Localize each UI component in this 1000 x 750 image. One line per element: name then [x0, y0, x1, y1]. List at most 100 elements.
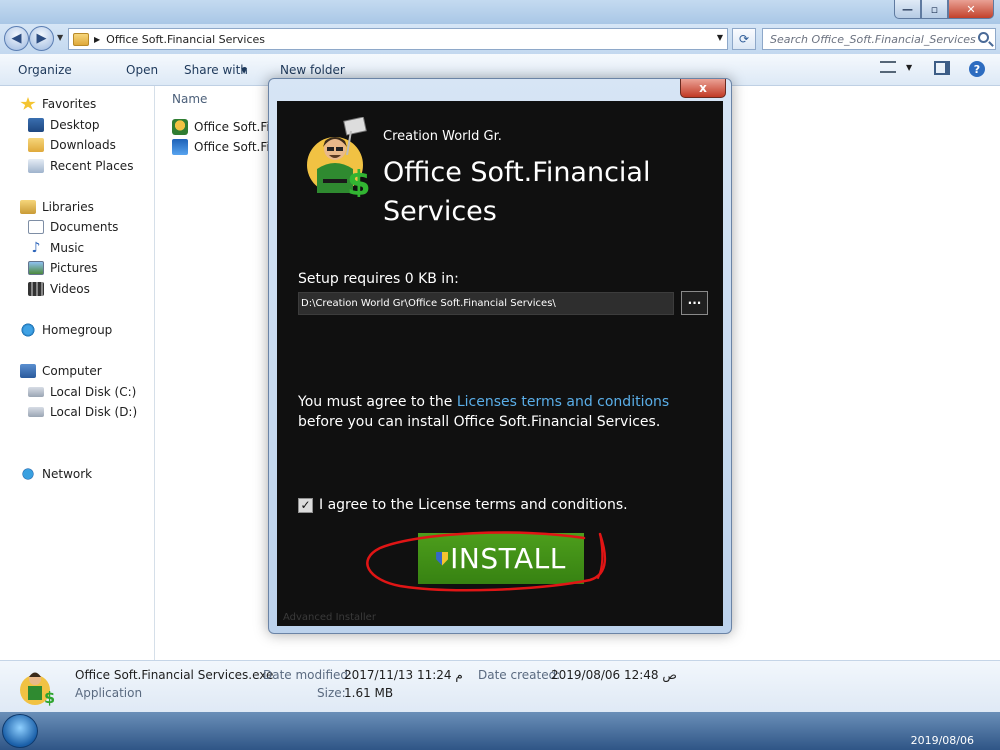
new-folder-button[interactable]: New folder: [280, 63, 345, 77]
dialog-close-button[interactable]: x: [680, 79, 726, 98]
network-icon: [20, 467, 36, 481]
address-row: ◀ ▶ ▼ ▶ Office Soft.Financial Services ▼…: [0, 24, 1000, 54]
nav-local-disk-d[interactable]: Local Disk (D:): [28, 405, 137, 419]
breadcrumb-current[interactable]: Office Soft.Financial Services: [106, 33, 265, 46]
close-window-button[interactable]: ✕: [948, 0, 994, 19]
drive-icon: [28, 407, 44, 417]
space-required-label: Setup requires 0 KB in:: [298, 271, 459, 287]
nav-music[interactable]: ♪ Music: [28, 240, 85, 256]
svg-text:$: $: [44, 688, 55, 707]
explorer-titlebar: — ▫ ✕: [0, 0, 1000, 24]
search-input[interactable]: Search Office_Soft.Financial_Services: [762, 28, 996, 50]
details-date-created: 2019/08/06 ص 12:48: [551, 668, 677, 682]
nav-videos[interactable]: Videos: [28, 282, 90, 296]
nav-downloads[interactable]: Downloads: [28, 138, 116, 152]
nav-label: Network: [42, 467, 93, 481]
folder-icon: [73, 32, 89, 46]
homegroup-icon: [20, 323, 36, 337]
nav-network[interactable]: Network: [20, 467, 92, 481]
change-view-button[interactable]: ▼: [880, 61, 912, 73]
history-dropdown-icon[interactable]: ▼: [57, 33, 63, 42]
install-path-field[interactable]: D:\Creation World Gr\Office Soft.Financi…: [298, 292, 674, 315]
refresh-icon: ⟳: [738, 32, 750, 46]
details-date-modified-label: Date modified:: [263, 668, 353, 682]
nav-documents[interactable]: Documents: [28, 220, 118, 234]
agree-checkbox[interactable]: ✓: [298, 497, 313, 513]
nav-libraries[interactable]: Libraries: [20, 200, 94, 214]
nav-label: Videos: [50, 282, 90, 296]
setup-icon: [172, 139, 188, 155]
search-icon: [978, 32, 989, 43]
search-placeholder: Search Office_Soft.Financial_Services: [770, 32, 976, 46]
uac-shield-icon: [436, 551, 449, 566]
preview-pane-button[interactable]: [934, 61, 950, 75]
breadcrumb-arrow-icon[interactable]: ▶: [94, 35, 100, 44]
details-filename: Office Soft.Financial Services.exe: [75, 668, 274, 682]
nav-label: Computer: [42, 364, 102, 378]
libraries-icon: [20, 200, 36, 214]
agree-row[interactable]: ✓ I agree to the License terms and condi…: [298, 497, 628, 513]
browse-folder-button[interactable]: ...: [681, 291, 708, 315]
help-button[interactable]: ?: [969, 61, 985, 77]
install-button[interactable]: INSTALL: [418, 533, 584, 584]
organize-menu[interactable]: Organize: [18, 63, 72, 77]
recent-places-icon: [28, 159, 44, 173]
desktop-icon: [28, 118, 44, 132]
nav-recent-places[interactable]: Recent Places: [28, 159, 133, 173]
details-pane: $ Office Soft.Financial Services.exe App…: [0, 660, 1000, 712]
forward-arrow-icon: ▶: [36, 31, 47, 46]
product-logo-icon: $: [307, 117, 371, 197]
tray-clock[interactable]: 2019/08/06: [911, 734, 974, 747]
documents-icon: [28, 220, 44, 234]
svg-text:$: $: [347, 164, 371, 197]
nav-label: Local Disk (C:): [50, 385, 137, 399]
share-with-chevron-down-icon[interactable]: ▼: [241, 66, 247, 75]
nav-computer[interactable]: Computer: [20, 364, 102, 378]
video-film-icon: [28, 282, 44, 296]
nav-favorites[interactable]: Favorites: [20, 97, 96, 111]
nav-label: Recent Places: [50, 159, 134, 173]
nav-label: Pictures: [50, 261, 98, 275]
refresh-button[interactable]: ⟳: [732, 28, 756, 50]
view-icon: [880, 61, 896, 73]
back-button[interactable]: ◀: [4, 26, 29, 51]
taskbar: 2019/08/06: [0, 712, 1000, 750]
nav-label: Music: [50, 241, 85, 255]
address-dropdown-icon[interactable]: ▼: [717, 33, 723, 42]
details-date-created-label: Date created:: [478, 668, 561, 682]
music-note-icon: ♪: [31, 240, 41, 256]
nav-homegroup[interactable]: Homegroup: [20, 323, 112, 337]
app-exe-icon: [172, 119, 188, 135]
pictures-icon: [28, 261, 44, 275]
address-bar[interactable]: ▶ Office Soft.Financial Services ▼: [68, 28, 728, 50]
open-button[interactable]: Open: [126, 63, 158, 77]
nav-pictures[interactable]: Pictures: [28, 261, 98, 275]
navigation-pane: Favorites Desktop Downloads Recent Place…: [0, 86, 155, 660]
start-button[interactable]: [2, 714, 38, 748]
nav-label: Downloads: [50, 138, 116, 152]
agree-label[interactable]: I agree to the License terms and conditi…: [319, 497, 628, 513]
license-text-before: You must agree to the: [298, 394, 457, 410]
license-text-after: before you can install Office Soft.Finan…: [298, 414, 661, 430]
downloads-folder-icon: [28, 138, 44, 152]
close-icon: x: [699, 81, 707, 95]
nav-label: Homegroup: [42, 323, 113, 337]
share-with-menu[interactable]: Share with: [184, 63, 248, 77]
app-thumbnail-icon: $: [20, 672, 55, 707]
column-header-name[interactable]: Name: [172, 92, 207, 106]
computer-icon: [20, 364, 36, 378]
nav-local-disk-c[interactable]: Local Disk (C:): [28, 385, 136, 399]
details-date-modified: 2017/11/13 م 11:24: [344, 668, 463, 682]
back-arrow-icon: ◀: [11, 31, 22, 46]
drive-icon: [28, 387, 44, 397]
preview-pane-icon: [934, 61, 950, 75]
details-size-label: Size:: [317, 686, 346, 700]
installer-brand-footer: Advanced Installer: [283, 612, 376, 623]
maximize-button[interactable]: ▫: [921, 0, 948, 19]
installer-body: $ Creation World Gr. Office Soft.Financi…: [277, 101, 723, 626]
license-terms-link[interactable]: Licenses terms and conditions: [457, 394, 669, 410]
nav-desktop[interactable]: Desktop: [28, 118, 100, 132]
minimize-button[interactable]: —: [894, 0, 921, 19]
star-icon: [20, 97, 36, 110]
forward-button[interactable]: ▶: [29, 26, 54, 51]
